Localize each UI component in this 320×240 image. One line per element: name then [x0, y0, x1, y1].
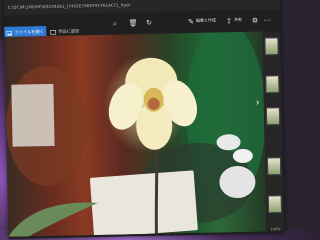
add-to-album-label: 作品に追加 — [58, 28, 80, 34]
zoom-status: 100% — [270, 227, 281, 232]
leaf — [8, 202, 98, 237]
share-label: 共有 — [233, 16, 243, 23]
thumbnail[interactable] — [265, 107, 281, 126]
thumbnail[interactable] — [265, 75, 280, 94]
thumbnail[interactable] — [266, 157, 282, 176]
plant-label-card — [89, 170, 198, 237]
thumbnail[interactable] — [267, 195, 283, 214]
orchid-photo — [6, 31, 266, 237]
rotate-icon[interactable]: ↻ — [144, 18, 154, 28]
delete-icon[interactable]: 🗑 — [128, 18, 138, 28]
more-icon[interactable]: ⋯ — [262, 15, 272, 25]
edit-icon[interactable]: ✎ — [186, 17, 196, 27]
open-file-label: ファイルを開く — [14, 29, 44, 35]
filmstrip[interactable] — [262, 31, 285, 232]
edit-label: 編集と作成 — [195, 17, 217, 23]
image-icon — [6, 30, 13, 36]
album-icon — [50, 29, 57, 35]
next-arrow-icon[interactable]: › — [256, 98, 260, 109]
thumbnail[interactable] — [264, 37, 279, 56]
sign-left — [11, 83, 55, 147]
share-icon[interactable]: ⇪ — [224, 16, 234, 26]
settings-icon[interactable]: ⚙ — [250, 16, 260, 26]
zoom-icon[interactable]: ⌕ — [110, 18, 120, 28]
file-path: C:\DCIM\1MGMF\DSC04281_[7402E786DF9CF61A… — [7, 2, 131, 10]
photo-viewer-window: C:\DCIM\1MGMF\DSC04281_[7402E786DF9CF61A… — [3, 0, 285, 239]
photo-canvas[interactable] — [4, 31, 267, 237]
